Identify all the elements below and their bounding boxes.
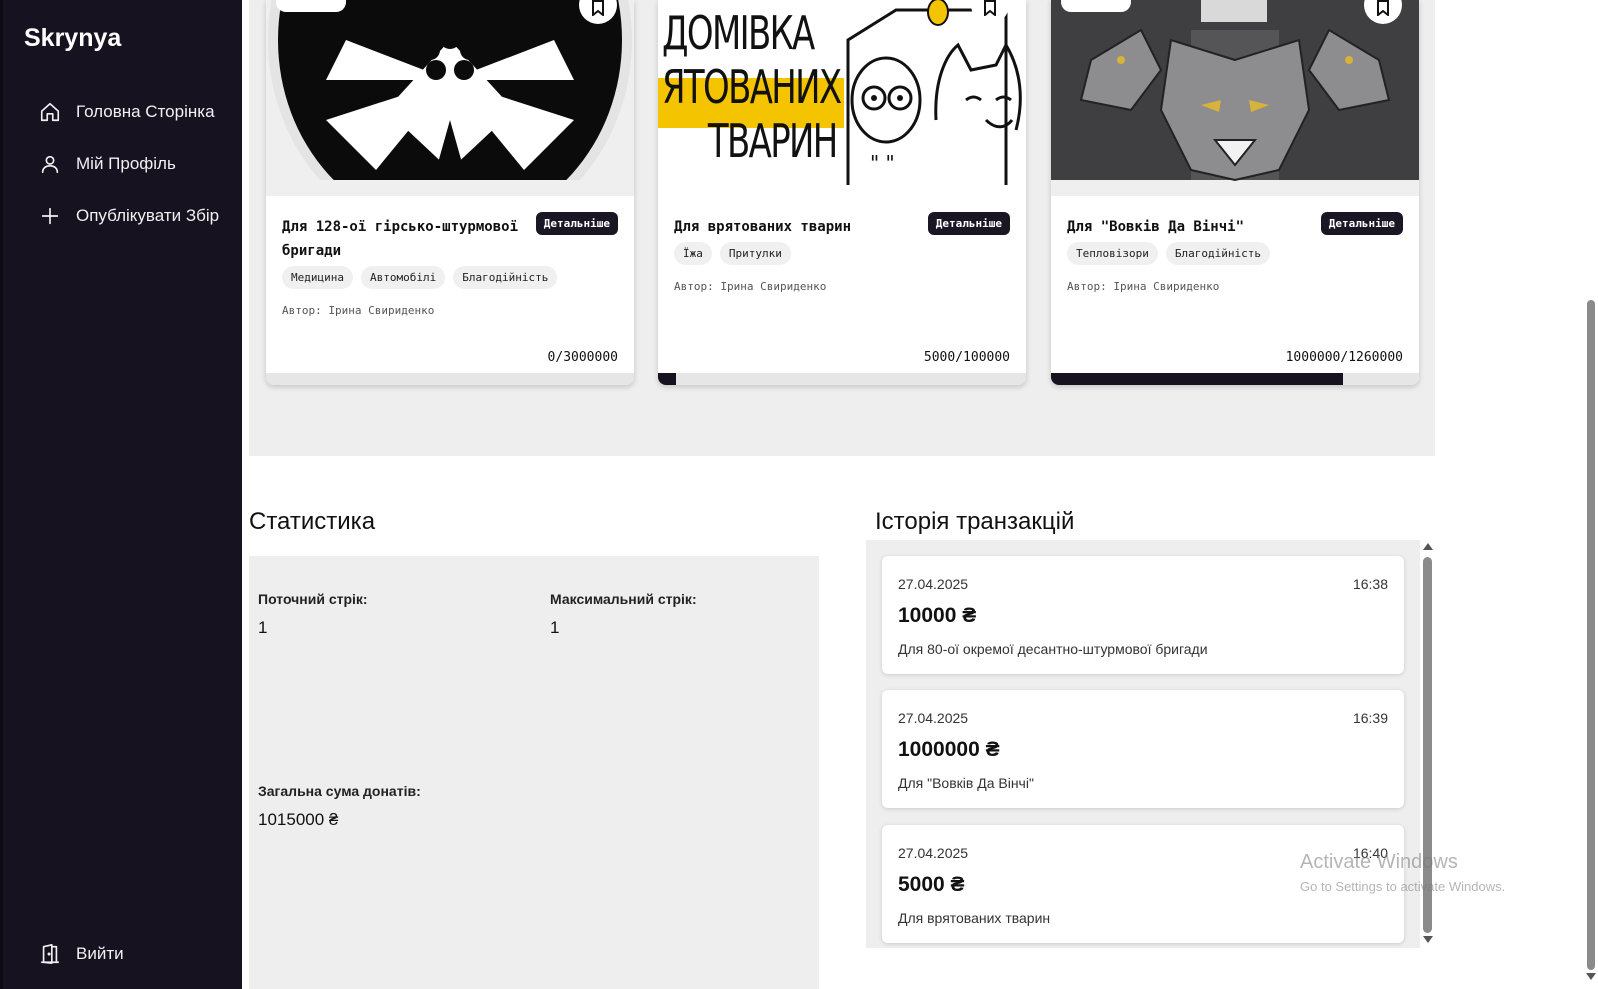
details-button[interactable]: Детальніше	[1320, 212, 1403, 235]
max-streak-value: 1	[550, 618, 560, 637]
transaction-item: 27.04.2025 16:38 10000 ₴ Для 80-ої окрем…	[882, 556, 1404, 674]
transaction-description: Для "Вовків Да Вінчі"	[898, 775, 1034, 791]
fundraiser-amount: 5000/100000	[923, 350, 1010, 365]
transaction-item: 27.04.2025 16:40 5000 ₴ Для врятованих т…	[882, 825, 1404, 943]
fundraiser-amount: 0/3000000	[547, 350, 618, 365]
sidebar-item-label: Опублікувати Збір	[76, 206, 220, 225]
door-icon	[40, 944, 60, 964]
image-caption-line: ДОМІВКА	[662, 6, 815, 60]
sidebar-item-label: Мій Профіль	[76, 154, 176, 173]
sidebar-item-publish[interactable]: Опублікувати Збір	[39, 202, 219, 230]
fundraisers-panel: Для 128-ої гірсько-штурмової бригади Дет…	[249, 0, 1435, 456]
fundraiser-title: Для врятованих тварин	[674, 219, 852, 235]
status-badge	[276, 0, 346, 12]
transactions-list[interactable]: 27.04.2025 16:38 10000 ₴ Для 80-ої окрем…	[866, 540, 1420, 948]
fundraiser-author: Автор: Ірина Свириденко	[282, 304, 435, 317]
stats-title: Статистика	[249, 508, 376, 535]
current-streak-value: 1	[258, 618, 268, 637]
fundraiser-image: ДОМІВКА ЯТОВАНИХ ТВАРИН " "	[658, 0, 1026, 196]
scroll-thumb[interactable]	[1587, 300, 1595, 970]
fundraiser-author: Автор: Ірина Свириденко	[674, 280, 827, 293]
transactions-scrollbar[interactable]	[1422, 543, 1434, 943]
transaction-amount: 10000 ₴	[898, 604, 977, 627]
scroll-down-arrow-icon[interactable]	[1423, 936, 1433, 943]
progress-bar	[1051, 373, 1419, 385]
sidebar-item-label: Головна Сторінка	[76, 102, 215, 121]
image-caption-line: ТВАРИН	[707, 114, 838, 168]
fundraiser-amount: 1000000/1260000	[1285, 350, 1403, 365]
total-donations-label: Загальна сума донатів:	[258, 783, 421, 799]
transaction-description: Для врятованих тварин	[898, 910, 1051, 926]
bookmark-icon	[1377, 0, 1389, 16]
house-animals-illustration: " "	[846, 0, 1022, 185]
tag[interactable]: Тепловізори	[1067, 242, 1158, 265]
tag[interactable]: Благодійність	[453, 266, 558, 289]
transaction-date: 27.04.2025	[898, 710, 969, 726]
transaction-amount: 5000 ₴	[898, 873, 965, 896]
current-streak-label: Поточний стрік:	[258, 591, 368, 607]
progress-fill	[1051, 373, 1344, 385]
details-button[interactable]: Детальніше	[927, 212, 1010, 235]
wolves-emblem-image	[1051, 0, 1419, 196]
tag[interactable]: Притулки	[719, 242, 791, 265]
fundraiser-title: Для "Вовків Да Вінчі"	[1067, 219, 1245, 235]
fundraiser-title: Для 128-ої гірсько-штурмової бригади	[282, 219, 519, 259]
details-button[interactable]: Детальніше	[535, 212, 618, 235]
stats-panel: Поточний стрік: 1 Максимальний стрік: 1 …	[249, 556, 819, 989]
fundraiser-image	[1051, 0, 1419, 196]
fundraiser-card[interactable]: Для "Вовків Да Вінчі" Детальніше Теплові…	[1051, 0, 1419, 385]
image-caption-line: ЯТОВАНИХ	[662, 60, 842, 114]
brand-logo[interactable]: Skrynya	[24, 24, 121, 53]
fundraiser-card[interactable]: Для 128-ої гірсько-штурмової бригади Дет…	[266, 0, 634, 385]
transaction-date: 27.04.2025	[898, 845, 969, 861]
plus-icon	[41, 207, 59, 225]
transaction-amount: 1000000 ₴	[898, 738, 1000, 761]
scroll-thumb[interactable]	[1423, 557, 1432, 933]
transaction-time: 16:38	[1352, 576, 1388, 592]
progress-bar	[658, 373, 1026, 385]
brigade-emblem-image	[266, 0, 634, 196]
transaction-item: 27.04.2025 16:39 1000000 ₴ Для "Вовків Д…	[882, 690, 1404, 808]
page-scrollbar[interactable]	[1584, 0, 1598, 989]
tag-list: Медицина Автомобілі Благодійність	[282, 266, 558, 289]
scroll-down-arrow-icon[interactable]	[1586, 973, 1596, 980]
image-caption: ДОМІВКА ЯТОВАНИХ ТВАРИН	[662, 6, 842, 168]
progress-bar	[266, 373, 634, 385]
svg-text:" ": " "	[870, 151, 895, 175]
tag[interactable]: Медицина	[282, 266, 353, 289]
status-badge	[668, 0, 738, 12]
total-donations-value: 1015000 ₴	[258, 810, 339, 829]
logout-label: Вийти	[76, 944, 124, 963]
tag-list: Їжа Притулки	[674, 242, 791, 265]
sidebar-item-home[interactable]: Головна Сторінка	[39, 98, 215, 126]
sidebar: Skrynya Головна Сторінка Мій Профіль Опу…	[0, 0, 242, 989]
user-icon	[41, 155, 59, 174]
fundraiser-card[interactable]: ДОМІВКА ЯТОВАНИХ ТВАРИН " " Для врятован…	[658, 0, 1026, 385]
transaction-time: 16:39	[1352, 710, 1388, 726]
max-streak-label: Максимальний стрік:	[550, 591, 697, 607]
home-icon	[40, 102, 60, 122]
tag[interactable]: Їжа	[674, 242, 712, 265]
tag[interactable]: Благодійність	[1165, 242, 1270, 265]
bookmark-icon	[592, 0, 604, 16]
fundraiser-author: Автор: Ірина Свириденко	[1067, 280, 1220, 293]
bookmark-icon	[984, 0, 996, 16]
tag[interactable]: Автомобілі	[360, 266, 446, 289]
fundraiser-image	[266, 0, 634, 196]
transactions-title: Історія транзакцій	[875, 508, 1075, 535]
progress-fill	[658, 373, 677, 385]
transaction-time: 16:40	[1352, 845, 1388, 861]
logout-button[interactable]: Вийти	[39, 940, 124, 968]
sidebar-item-profile[interactable]: Мій Профіль	[39, 150, 176, 178]
transaction-description: Для 80-ої окремої десантно-штурмової бри…	[898, 641, 1208, 657]
scroll-up-arrow-icon[interactable]	[1423, 543, 1433, 550]
transaction-date: 27.04.2025	[898, 576, 969, 592]
status-badge	[1061, 0, 1131, 12]
tag-list: Тепловізори Благодійність	[1067, 242, 1270, 265]
